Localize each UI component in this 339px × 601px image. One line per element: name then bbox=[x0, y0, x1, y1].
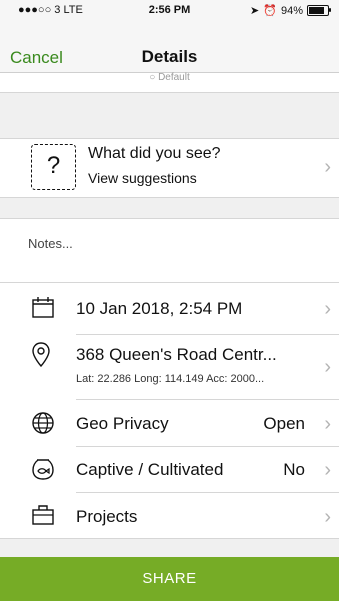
battery-icon bbox=[307, 5, 331, 16]
what-title: What did you see? bbox=[88, 145, 221, 162]
geo-privacy-label: Geo Privacy bbox=[76, 414, 169, 433]
briefcase-icon bbox=[32, 505, 54, 525]
chevron-right-icon: › bbox=[324, 156, 331, 178]
calendar-icon bbox=[32, 297, 54, 318]
chevron-right-icon: › bbox=[324, 413, 331, 435]
battery-percent: 94% bbox=[280, 4, 303, 17]
section-gap bbox=[0, 198, 339, 218]
chevron-right-icon: › bbox=[324, 459, 331, 481]
map-pin-icon bbox=[32, 342, 50, 368]
page-title: Details bbox=[141, 47, 198, 66]
share-button[interactable]: SHARE bbox=[0, 557, 339, 601]
geo-privacy-row[interactable]: Geo Privacy Open › bbox=[0, 400, 339, 446]
question-mark-icon: ? bbox=[31, 144, 76, 190]
chevron-right-icon: › bbox=[324, 298, 331, 320]
date-label: 10 Jan 2018, 2:54 PM bbox=[76, 299, 243, 318]
geo-privacy-value: Open bbox=[263, 414, 305, 433]
notes-placeholder: Notes... bbox=[28, 236, 73, 251]
location-arrow-icon: ➤ bbox=[250, 5, 260, 17]
projects-label: Projects bbox=[76, 507, 138, 526]
globe-icon bbox=[32, 412, 54, 434]
location-row[interactable]: 368 Queen's Road Centr... Lat: 22.286 Lo… bbox=[0, 335, 339, 398]
captive-label: Captive / Cultivated bbox=[76, 460, 224, 479]
radio-icon: ○ bbox=[149, 72, 159, 83]
divider bbox=[0, 92, 339, 93]
scrolled-default-label: ○ Default bbox=[0, 72, 339, 85]
alarm-icon: ⏰ bbox=[263, 5, 277, 17]
chevron-right-icon: › bbox=[324, 356, 331, 378]
status-bar: ●●●○○ 3 LTE 2:56 PM ➤ ⏰ 94% bbox=[0, 0, 339, 20]
details-screen: ●●●○○ 3 LTE 2:56 PM ➤ ⏰ 94% Cancel Detai… bbox=[0, 0, 339, 601]
fishbowl-icon bbox=[32, 459, 54, 480]
chevron-right-icon: › bbox=[324, 506, 331, 528]
captive-value: No bbox=[283, 460, 305, 479]
location-label: 368 Queen's Road Centr... bbox=[76, 345, 277, 364]
notes-field[interactable]: Notes... bbox=[28, 236, 73, 251]
divider bbox=[0, 218, 339, 219]
default-label: Default bbox=[158, 72, 190, 83]
navigation-bar: Cancel Details bbox=[0, 20, 339, 73]
location-coords: Lat: 22.286 Long: 114.149 Acc: 2000... bbox=[76, 373, 265, 385]
status-right: ➤ ⏰ 94% bbox=[250, 4, 331, 17]
captive-row[interactable]: Captive / Cultivated No › bbox=[0, 447, 339, 492]
what-did-you-see-row[interactable]: ? What did you see? View suggestions › bbox=[0, 139, 339, 195]
view-suggestions: View suggestions bbox=[88, 170, 197, 186]
section-gap bbox=[0, 539, 339, 557]
projects-row[interactable]: Projects › bbox=[0, 493, 339, 538]
battery-fill bbox=[309, 7, 325, 14]
section-gap bbox=[0, 92, 339, 138]
date-row[interactable]: 10 Jan 2018, 2:54 PM › bbox=[0, 283, 339, 334]
